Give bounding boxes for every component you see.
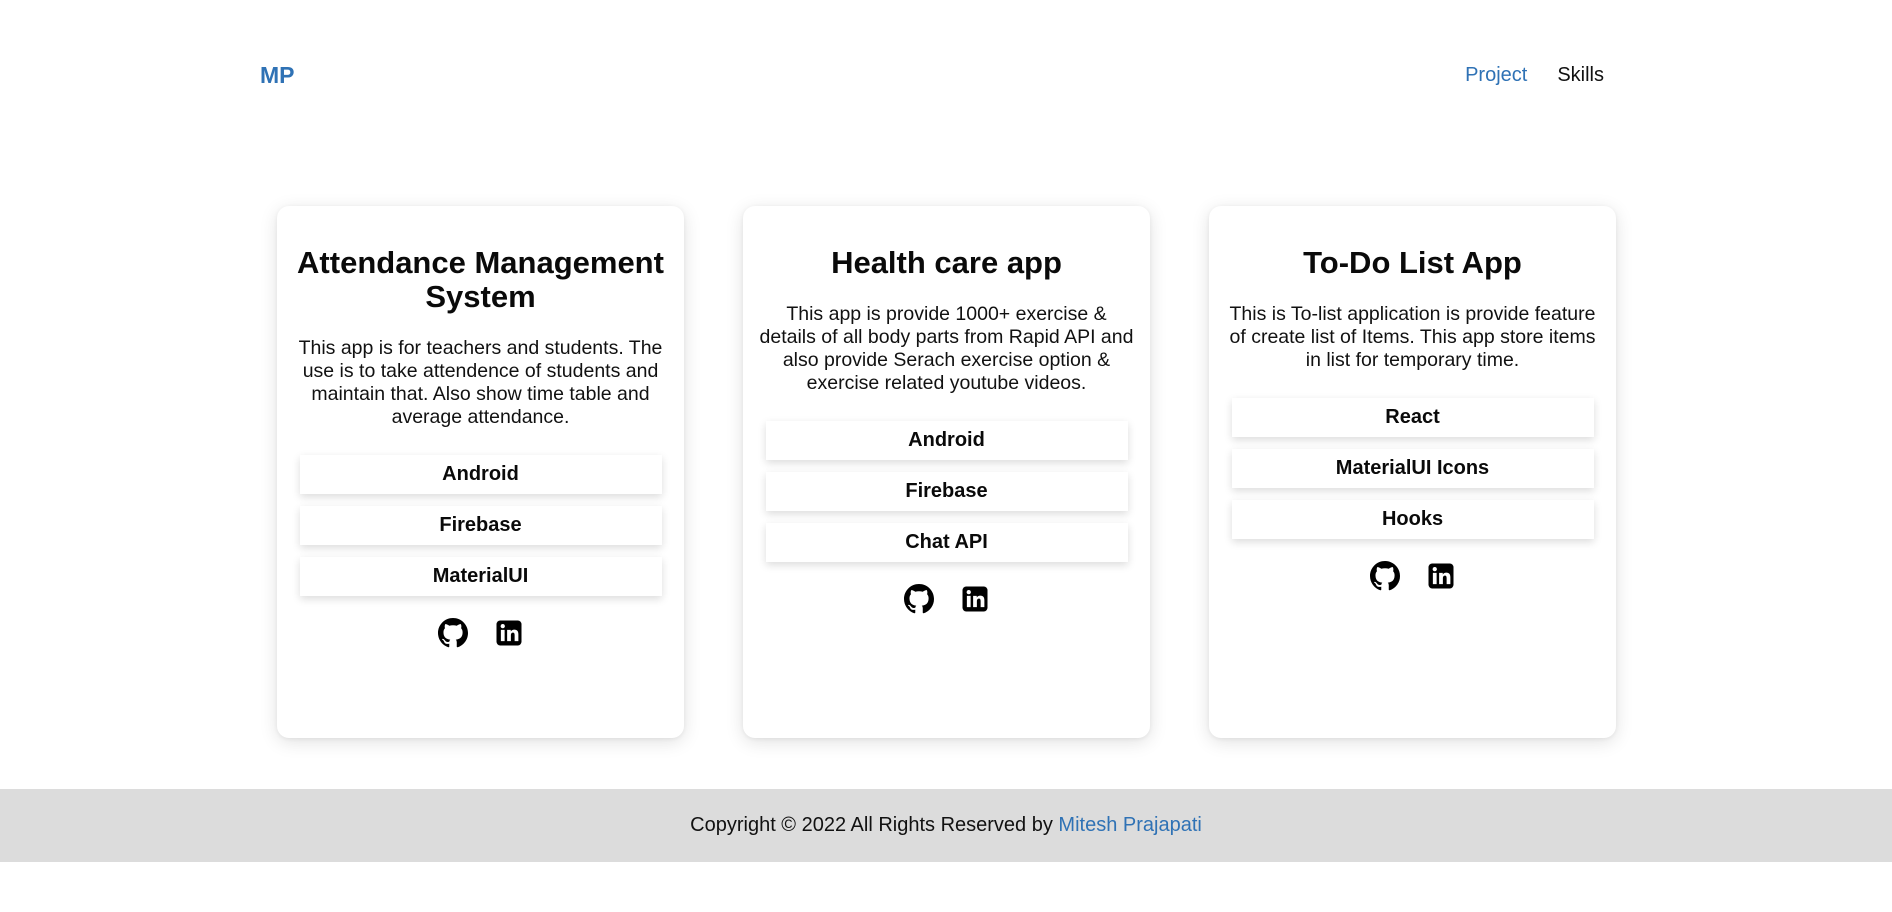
project-card-health: Health care app This app is provide 1000… xyxy=(743,206,1150,738)
tech-item: Firebase xyxy=(299,506,662,545)
author-link[interactable]: Mitesh Prajapati xyxy=(1058,814,1201,836)
tech-item: Android xyxy=(765,421,1128,460)
tech-item: React xyxy=(1231,398,1594,437)
nav-link-skills[interactable]: Skills xyxy=(1557,64,1604,87)
project-title: Health care app xyxy=(831,245,1062,280)
tech-item: Firebase xyxy=(765,472,1128,511)
tech-item: Chat API xyxy=(765,523,1128,562)
footer: Copyright © 2022 All Rights Reserved by … xyxy=(0,789,1892,862)
project-links xyxy=(437,618,524,648)
tech-list: React MaterialUI Icons Hooks xyxy=(1231,398,1594,539)
logo[interactable]: MP xyxy=(260,62,295,89)
tech-item: Android xyxy=(299,455,662,494)
nav-links: Project Skills xyxy=(1465,64,1604,87)
project-description: This app is for teachers and students. T… xyxy=(298,337,663,428)
linkedin-icon[interactable] xyxy=(1426,561,1456,591)
project-description: This is To-list application is provide f… xyxy=(1229,303,1596,371)
github-icon[interactable] xyxy=(437,618,468,648)
tech-item: MaterialUI Icons xyxy=(1231,449,1594,488)
copyright-text: Copyright © 2022 All Rights Reserved by xyxy=(690,814,1059,836)
project-links xyxy=(903,584,990,614)
tech-list: Android Firebase MaterialUI xyxy=(299,455,662,596)
github-icon[interactable] xyxy=(903,584,934,614)
nav-link-project[interactable]: Project xyxy=(1465,64,1527,87)
project-description: This app is provide 1000+ exercise & det… xyxy=(759,303,1134,394)
project-cards: Attendance Management System This app is… xyxy=(277,206,1616,738)
project-card-attendance: Attendance Management System This app is… xyxy=(277,206,684,738)
linkedin-icon[interactable] xyxy=(960,584,990,614)
project-card-todo: To-Do List App This is To-list applicati… xyxy=(1209,206,1616,738)
tech-item: Hooks xyxy=(1231,500,1594,539)
navbar: MP Project Skills xyxy=(0,0,1892,150)
linkedin-icon[interactable] xyxy=(494,618,524,648)
project-links xyxy=(1369,561,1456,591)
tech-item: MaterialUI xyxy=(299,557,662,596)
tech-list: Android Firebase Chat API xyxy=(765,421,1128,562)
project-title: Attendance Management System xyxy=(297,245,664,314)
github-icon[interactable] xyxy=(1369,561,1400,591)
project-title: To-Do List App xyxy=(1303,245,1522,280)
